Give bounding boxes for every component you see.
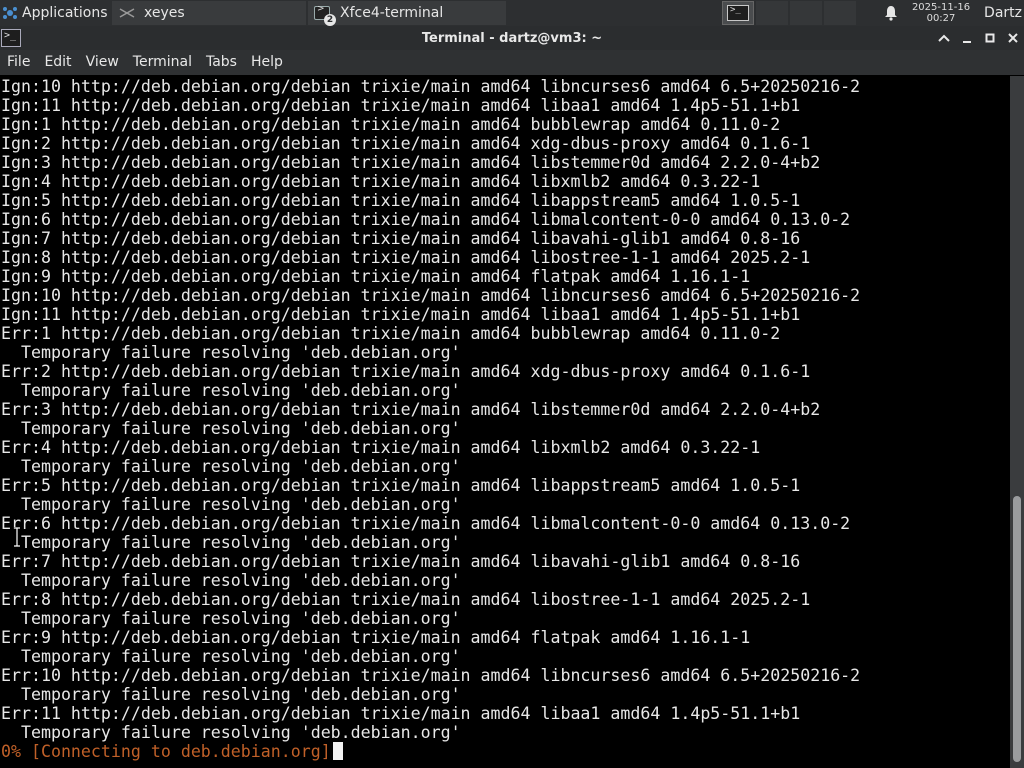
chevron-up-icon [937, 34, 950, 42]
clock-date: 2025-11-16 [911, 2, 971, 13]
terminal-area[interactable]: Ign:10 http://deb.debian.org/debian trix… [0, 76, 1010, 768]
terminal-line: Temporary failure resolving 'deb.debian.… [1, 495, 461, 514]
terminal-line: Ign:8 http://deb.debian.org/debian trixi… [1, 248, 811, 267]
user-menu[interactable]: Dartz [976, 5, 1024, 21]
terminal-line: Temporary failure resolving 'deb.debian.… [1, 609, 461, 628]
terminal-line: Ign:11 http://deb.debian.org/debian trix… [1, 305, 801, 324]
menu-view[interactable]: View [79, 50, 126, 75]
terminal-line: Temporary failure resolving 'deb.debian.… [1, 571, 461, 590]
menu-terminal[interactable]: Terminal [126, 50, 199, 75]
terminal-line: Err:5 http://deb.debian.org/debian trixi… [1, 476, 801, 495]
shade-button[interactable] [932, 26, 955, 50]
menu-tabs[interactable]: Tabs [199, 50, 244, 75]
notification-bell-icon[interactable] [876, 0, 906, 26]
terminal-line: Err:10 http://deb.debian.org/debian trix… [1, 666, 861, 685]
workspace-4[interactable] [824, 1, 856, 25]
terminal-output: Ign:10 http://deb.debian.org/debian trix… [1, 77, 860, 761]
terminal-scrollbar[interactable] [1010, 76, 1024, 768]
maximize-icon [985, 33, 994, 43]
terminal-line: Ign:7 http://deb.debian.org/debian trixi… [1, 229, 801, 248]
taskbar-item-label: xeyes [144, 5, 185, 21]
terminal-line: Ign:6 http://deb.debian.org/debian trixi… [1, 210, 851, 229]
terminal-line: Temporary failure resolving 'deb.debian.… [1, 723, 461, 742]
terminal-line: Err:8 http://deb.debian.org/debian trixi… [1, 590, 811, 609]
menu-file[interactable]: File [0, 50, 37, 75]
minimize-button[interactable] [955, 26, 978, 50]
applications-label: Applications [22, 5, 108, 21]
terminal-thumbnail-icon [727, 5, 749, 21]
menu-help[interactable]: Help [244, 50, 290, 75]
terminal-line: Err:2 http://deb.debian.org/debian trixi… [1, 362, 811, 381]
terminal-line: Err:1 http://deb.debian.org/debian trixi… [1, 324, 781, 343]
clock-time: 00:27 [926, 13, 956, 24]
terminal-line: Err:11 http://deb.debian.org/debian trix… [1, 704, 801, 723]
scrollbar-thumb[interactable] [1013, 496, 1021, 762]
terminal-line: Ign:9 http://deb.debian.org/debian trixi… [1, 267, 751, 286]
terminal-icon: 2 [314, 4, 336, 26]
maximize-button[interactable] [978, 26, 1001, 50]
terminal-line: Ign:3 http://deb.debian.org/debian trixi… [1, 153, 821, 172]
terminal-line: Temporary failure resolving 'deb.debian.… [1, 685, 461, 704]
terminal-line: Ign:2 http://deb.debian.org/debian trixi… [1, 134, 811, 153]
terminal-line: Err:6 http://deb.debian.org/debian trixi… [1, 514, 851, 533]
terminal-line: Ign:10 http://deb.debian.org/debian trix… [1, 286, 861, 305]
terminal-line: Ign:11 http://deb.debian.org/debian trix… [1, 96, 801, 115]
terminal-line: Ign:1 http://deb.debian.org/debian trixi… [1, 115, 781, 134]
applications-menu-button[interactable]: Applications [0, 0, 110, 26]
menu-edit[interactable]: Edit [37, 50, 78, 75]
workspace-3[interactable] [790, 1, 822, 25]
mouse-ibeam-cursor-icon [14, 527, 20, 547]
xfce-logo-icon [3, 7, 17, 19]
menu-bar: File Edit View Terminal Tabs Help [0, 50, 1024, 75]
terminal-line: Temporary failure resolving 'deb.debian.… [1, 647, 461, 666]
minimize-icon [962, 41, 971, 43]
terminal-line: Err:9 http://deb.debian.org/debian trixi… [1, 628, 751, 647]
terminal-line: Err:7 http://deb.debian.org/debian trixi… [1, 552, 801, 571]
workspace-2[interactable] [756, 1, 788, 25]
text-cursor [332, 742, 343, 760]
taskbar-item-label: Xfce4-terminal [340, 5, 444, 21]
terminal-progress-line: 0% [Connecting to deb.debian.org] [1, 742, 860, 761]
window-title: Terminal - dartz@vm3: ~ [421, 30, 603, 46]
terminal-line: Ign:4 http://deb.debian.org/debian trixi… [1, 172, 761, 191]
xeyes-icon [118, 5, 136, 21]
terminal-line: Temporary failure resolving 'deb.debian.… [1, 457, 461, 476]
close-icon [1007, 33, 1018, 43]
terminal-line: Temporary failure resolving 'deb.debian.… [1, 533, 461, 552]
terminal-line: Ign:5 http://deb.debian.org/debian trixi… [1, 191, 801, 210]
terminal-line: Temporary failure resolving 'deb.debian.… [1, 381, 461, 400]
terminal-line: Ign:10 http://deb.debian.org/debian trix… [1, 77, 861, 96]
terminal-line: Err:3 http://deb.debian.org/debian trixi… [1, 400, 821, 419]
progress-text: 0% [Connecting to deb.debian.org] [1, 742, 331, 761]
terminal-window-icon[interactable] [1, 29, 21, 47]
terminal-line: Temporary failure resolving 'deb.debian.… [1, 419, 461, 438]
window-count-badge: 2 [324, 14, 336, 26]
top-panel: Applications xeyes 2 Xfce4-terminal 2025… [0, 0, 1024, 26]
close-button[interactable] [1001, 26, 1024, 50]
window-titlebar[interactable]: Terminal - dartz@vm3: ~ [0, 26, 1024, 50]
workspace-1[interactable] [722, 1, 754, 25]
terminal-line: Temporary failure resolving 'deb.debian.… [1, 343, 461, 362]
terminal-line: Err:4 http://deb.debian.org/debian trixi… [1, 438, 761, 457]
taskbar-item-xeyes[interactable]: xeyes [112, 1, 306, 25]
clock[interactable]: 2025-11-16 00:27 [906, 2, 976, 24]
taskbar-item-terminal[interactable]: 2 Xfce4-terminal [308, 1, 506, 26]
